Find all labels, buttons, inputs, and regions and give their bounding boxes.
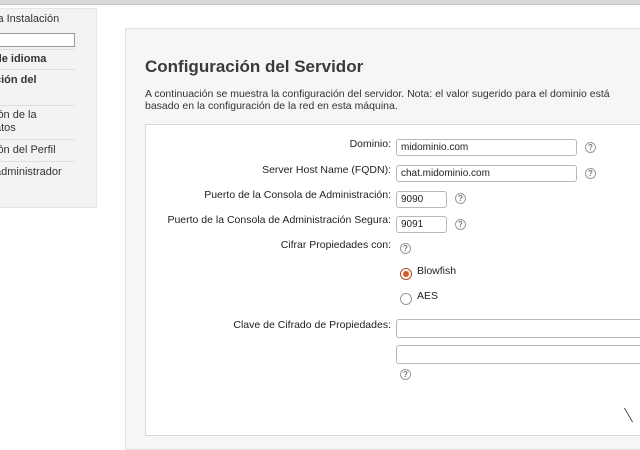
sidebar-item-database[interactable]: ión de la [0,109,75,121]
blowfish-label: Blowfish [417,265,457,277]
sidebar-item-admin[interactable]: administrador [0,166,75,178]
encrypt-label: Cifrar Propiedades con: [280,239,391,251]
sidebar-item-server-config[interactable]: ción del [0,74,75,86]
help-icon[interactable]: ? [585,142,596,153]
fqdn-input[interactable]: chat.midominio.com [396,165,577,182]
admin-secure-port-input[interactable]: 9091 [396,216,447,233]
sidebar-item-label: administrador [0,166,62,178]
help-icon[interactable]: ? [455,193,466,204]
sidebar-item-label: ión de la [0,109,37,121]
sidebar-item-label: ión del Perfil [0,144,56,156]
sidebar-item-label: de idioma [0,53,47,65]
domain-input[interactable]: midominio.com [396,139,577,156]
blowfish-radio[interactable] [400,268,412,280]
sidebar-progress-field [0,33,75,47]
aes-radio[interactable] [400,293,412,305]
admin-port-input[interactable]: 9090 [396,191,447,208]
admin-port-label: Puerto de la Consola de Administración: [204,189,391,201]
encrypt-key-label: Clave de Cifrado de Propiedades: [233,319,391,331]
help-icon[interactable]: ? [585,168,596,179]
sidebar-divider [0,161,75,162]
page-title: Configuración del Servidor [145,57,364,76]
sidebar-item-database-2[interactable]: atos [0,122,75,134]
page-description: A continuación se muestra la configuraci… [145,88,610,112]
sidebar-item-label: la Instalación [0,13,60,25]
help-icon[interactable]: ? [400,243,411,254]
sidebar-item-installation[interactable]: la Instalación [0,13,75,25]
aes-label: AES [417,290,439,302]
help-icon[interactable]: ? [455,219,466,230]
encrypt-key-confirm-input[interactable] [396,345,640,364]
sidebar-divider [0,105,75,106]
sidebar-divider [0,69,75,70]
admin-secure-port-label: Puerto de la Consola de Administración S… [167,214,391,226]
sidebar-divider [0,139,75,140]
window-top-bar [0,0,640,5]
help-icon[interactable]: ? [400,369,411,380]
sidebar-item-label: ción del [0,74,37,86]
sidebar-item-label: atos [0,122,16,134]
sidebar-item-profile[interactable]: ión del Perfil [0,144,75,156]
setup-sidebar: la Instalación de idioma ción del ión de… [0,8,97,208]
sidebar-divider [0,49,75,50]
encrypt-key-input[interactable] [396,319,640,338]
sidebar-item-language[interactable]: de idioma [0,53,75,65]
domain-label: Dominio: [349,138,391,150]
fqdn-label: Server Host Name (FQDN): [262,164,391,176]
